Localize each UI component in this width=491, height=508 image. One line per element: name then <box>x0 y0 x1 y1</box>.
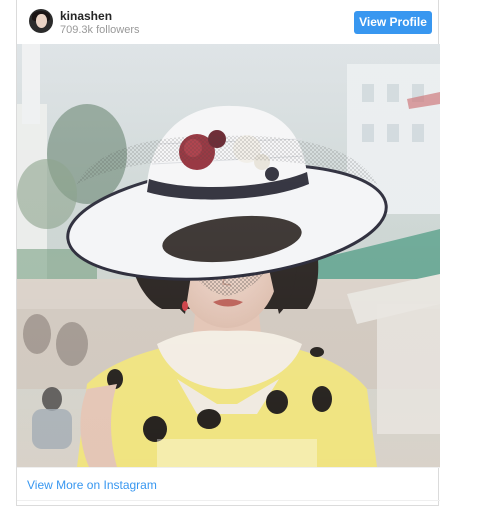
instagram-embed: kinashen 709.3k followers View Profile V… <box>16 0 440 506</box>
follower-count: 709.3k followers <box>60 24 140 36</box>
footer-divider <box>17 467 440 468</box>
avatar-face-shape <box>36 14 47 28</box>
embed-header: kinashen 709.3k followers View Profile <box>17 0 440 44</box>
view-more-on-instagram-link[interactable]: View More on Instagram <box>27 478 157 492</box>
bottom-divider <box>17 500 440 501</box>
post-photo[interactable] <box>17 44 440 467</box>
view-profile-button[interactable]: View Profile <box>354 11 432 34</box>
avatar[interactable] <box>29 9 53 33</box>
username[interactable]: kinashen <box>60 9 112 23</box>
